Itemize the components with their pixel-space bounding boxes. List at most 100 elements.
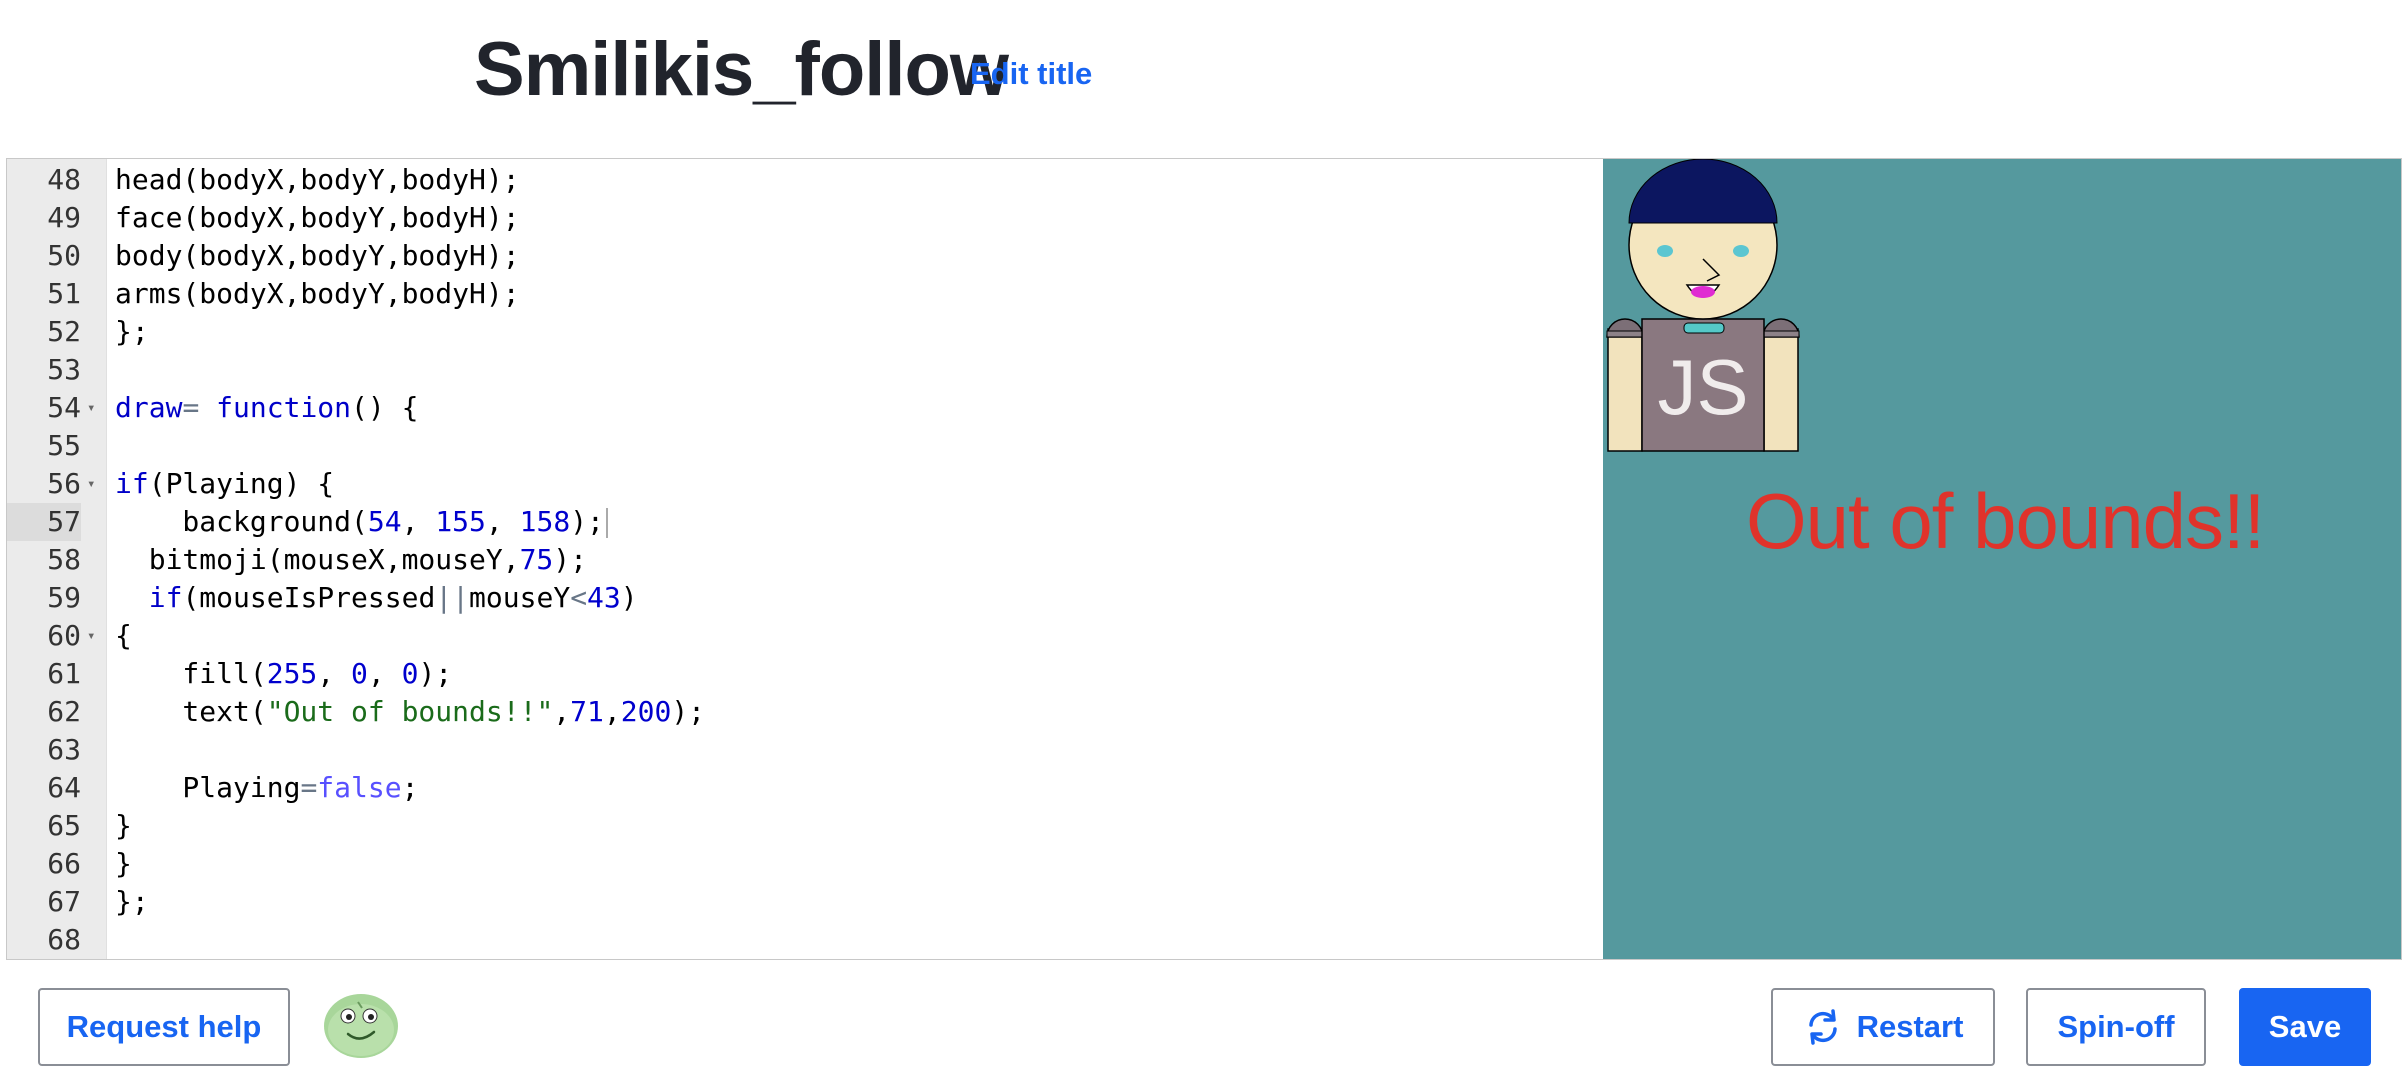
right-eye [1733, 245, 1749, 257]
save-button[interactable]: Save [2239, 988, 2371, 1066]
code-token: = [300, 771, 318, 804]
code-token: (Playing) { [148, 467, 335, 500]
line-number: 64 [47, 771, 81, 804]
code-editor[interactable]: 48 head(bodyX,bodyY,bodyH); 49 face(bodyX,b… [7, 159, 1603, 959]
hat [1628, 159, 1778, 224]
code-token: ); [418, 657, 453, 690]
code-token: if [115, 467, 149, 500]
code-text: } [115, 845, 132, 883]
code-token: , [367, 657, 402, 690]
code-line[interactable]: 56 ▾ if(Playing) { [7, 465, 1603, 503]
code-text: background(54, 155, 158); [115, 503, 608, 541]
request-help-button[interactable]: Request help [38, 988, 290, 1066]
request-help-label: Request help [66, 1009, 262, 1044]
code-token: 255 [266, 657, 318, 690]
code-line[interactable]: 59 if(mouseIsPressed||mouseY<43) [7, 579, 1603, 617]
code-token: Playing [115, 771, 301, 804]
code-token: 43 [587, 581, 621, 614]
code-line[interactable]: 53 [7, 351, 1603, 389]
line-number: 54 [47, 391, 81, 424]
code-token: if [148, 581, 183, 614]
code-token: false [317, 771, 402, 804]
code-text: arms(bodyX,bodyY,bodyH); [115, 275, 520, 313]
code-line[interactable]: 66} [7, 845, 1603, 883]
code-line[interactable]: 68 [7, 921, 1603, 959]
code-token: ); [570, 505, 604, 538]
code-token: 158 [519, 505, 571, 538]
avatar-icon[interactable] [322, 990, 400, 1060]
code-token: || [435, 581, 470, 614]
code-token: function [216, 391, 352, 424]
footer-toolbar: Request help Restart Spin-off Save [0, 960, 2408, 1090]
fold-toggle-icon[interactable]: ▾ [87, 617, 101, 655]
code-token: , [485, 505, 520, 538]
line-number: 65 [47, 809, 81, 842]
right-arm [1763, 328, 1799, 452]
code-line[interactable]: 63 [7, 731, 1603, 769]
code-line[interactable]: 48 head(bodyX,bodyY,bodyH); [7, 161, 1603, 199]
line-number: 57 [7, 503, 81, 541]
left-eye [1657, 245, 1673, 257]
code-text: if(Playing) { [115, 465, 334, 503]
code-text: face(bodyX,bodyY,bodyH); [115, 199, 520, 237]
code-token: < [570, 581, 588, 614]
code-token: ; [401, 771, 419, 804]
code-text: if(mouseIsPressed||mouseY<43) [115, 579, 638, 617]
code-token: ); [553, 543, 588, 576]
code-line[interactable]: 52}; [7, 313, 1603, 351]
code-line[interactable]: 58 bitmoji(mouseX,mouseY,75); [7, 541, 1603, 579]
code-line[interactable]: 61 fill(255, 0, 0); [7, 655, 1603, 693]
code-line[interactable]: 57 background(54, 155, 158); [7, 503, 1603, 541]
line-number: 55 [47, 429, 81, 462]
code-text: }; [115, 883, 149, 921]
code-token: bitmoji(mouseX,mouseY, [115, 543, 520, 576]
line-number: 58 [47, 543, 81, 576]
fold-toggle-icon[interactable]: ▾ [87, 465, 101, 503]
code-token: background( [115, 505, 368, 538]
code-token: }; [115, 315, 149, 348]
line-number: 61 [47, 657, 81, 690]
code-line[interactable]: 51 arms(bodyX,bodyY,bodyH); [7, 275, 1603, 313]
line-number: 63 [47, 733, 81, 766]
output-canvas[interactable]: JS Out of bounds!! [1603, 159, 2401, 959]
code-token: draw [115, 391, 183, 424]
code-line[interactable]: 60 ▾ { [7, 617, 1603, 655]
code-token: body(bodyX,bodyY,bodyH); [115, 239, 520, 272]
header: Smilikis_follow Edit title [0, 0, 2408, 158]
code-token: , [317, 657, 352, 690]
code-token: text( [115, 695, 267, 728]
code-line[interactable]: 65} [7, 807, 1603, 845]
code-line[interactable]: 49 face(bodyX,bodyY,bodyH); [7, 199, 1603, 237]
code-line[interactable]: 67}; [7, 883, 1603, 921]
neck [1683, 322, 1725, 334]
code-token: , [401, 505, 436, 538]
restart-label: Restart [1856, 1009, 1964, 1044]
code-line[interactable]: 54 ▾ draw= function() { [7, 389, 1603, 427]
spinoff-button[interactable]: Spin-off [2026, 988, 2206, 1066]
code-line[interactable]: 62 text("Out of bounds!!",71,200); [7, 693, 1603, 731]
code-token: arms(bodyX,bodyY,bodyH); [115, 277, 520, 310]
code-text: head(bodyX,bodyY,bodyH); [115, 161, 520, 199]
code-token: ) [620, 581, 638, 614]
code-text: { [115, 617, 132, 655]
code-text: bitmoji(mouseX,mouseY,75); [115, 541, 587, 579]
fold-toggle-icon[interactable]: ▾ [87, 389, 101, 427]
code-token: , [603, 695, 621, 728]
code-token: mouseY [469, 581, 571, 614]
line-number: 60 [47, 619, 81, 652]
edit-title-link[interactable]: Edit title [970, 56, 1092, 92]
code-line[interactable]: 55 [7, 427, 1603, 465]
tongue [1691, 286, 1715, 298]
code-line[interactable]: 50 body(bodyX,bodyY,bodyH); [7, 237, 1603, 275]
line-number: 51 [47, 277, 81, 310]
line-number: 59 [47, 581, 81, 614]
code-token: head(bodyX,bodyY,bodyH); [115, 163, 520, 196]
code-line[interactable]: 64 Playing=false; [7, 769, 1603, 807]
restart-button[interactable]: Restart [1771, 988, 1995, 1066]
text-cursor [605, 508, 608, 538]
line-number: 62 [47, 695, 81, 728]
spinoff-label: Spin-off [2057, 1009, 2175, 1044]
code-token: 75 [519, 543, 554, 576]
